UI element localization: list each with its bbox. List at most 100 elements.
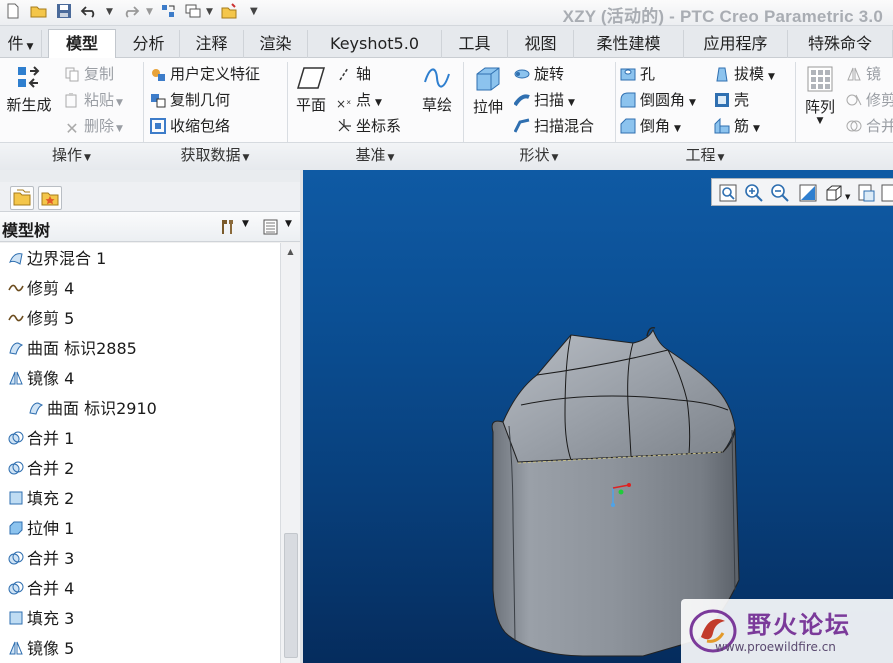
tree-item[interactable]: 填充 2 [8, 485, 74, 513]
round-button[interactable]: 倒圆角 ▼ [620, 88, 696, 112]
revolve-button[interactable]: 旋转 [514, 62, 564, 86]
tree-columns-dropdown-icon[interactable]: ▼ [285, 219, 292, 229]
scroll-thumb[interactable] [284, 533, 298, 658]
tab-annotate[interactable]: 注释 [180, 30, 244, 58]
group-label-engineering[interactable]: 工程 ▼ [615, 144, 795, 166]
copy-button[interactable]: 复制 [64, 62, 114, 86]
redo-icon[interactable] [120, 3, 140, 21]
tab-render[interactable]: 渲染 [244, 30, 308, 58]
mirror-icon [847, 67, 861, 81]
tree-item[interactable]: 拉伸 1 [8, 515, 74, 543]
favorites-tab[interactable] [38, 186, 62, 210]
tab-tools[interactable]: 工具 [442, 30, 508, 58]
surface-icon [9, 342, 24, 355]
tab-special-commands[interactable]: 特殊命令 [788, 30, 893, 58]
ribbon: 新生成 复制 粘贴 ▼ ✕ 删除 ▼ 操作 ▼ 用户定义特征 复制几何 收缩包络 获取数… [0, 58, 893, 170]
saved-orientations-icon[interactable] [824, 183, 844, 203]
plane-button[interactable]: 平面 [290, 64, 332, 115]
trim-edit-icon [846, 94, 862, 106]
tab-analysis[interactable]: 分析 [118, 30, 180, 58]
shell-button[interactable]: 壳 [714, 88, 749, 112]
redo-dropdown-icon[interactable]: ▼ [146, 3, 153, 21]
new-file-icon[interactable] [6, 3, 20, 21]
hole-button[interactable]: 孔 [620, 62, 655, 86]
tab-file[interactable]: 件 ▼ [0, 30, 42, 58]
ribbon-tabs: 件 ▼ 模型 分析 注释 渲染 Keyshot5.0 工具 视图 柔性建模 应用程… [0, 26, 893, 59]
trim-button[interactable]: 修剪 [846, 88, 893, 112]
csys-button[interactable]: 坐标系 [336, 114, 401, 138]
swept-blend-button[interactable]: 扫描混合 [514, 114, 594, 138]
extrude-icon [476, 67, 500, 91]
mirror-icon [9, 371, 23, 385]
refit-icon[interactable] [718, 183, 738, 203]
group-label-operations[interactable]: 操作 ▼ [0, 144, 143, 166]
zoom-out-icon[interactable] [770, 183, 790, 203]
copy-geometry-button[interactable]: 复制几何 [150, 88, 230, 112]
tree-settings-dropdown-icon[interactable]: ▼ [242, 219, 249, 229]
regenerate-button[interactable]: 新生成 [0, 64, 58, 115]
tab-flexible-modeling[interactable]: 柔性建模 [574, 30, 684, 58]
close-window-icon[interactable] [220, 3, 238, 21]
customize-toolbar-icon[interactable]: ▼ [250, 3, 258, 21]
tree-item[interactable]: 镜像 5 [8, 635, 74, 663]
axis-button[interactable]: 轴 [336, 62, 371, 86]
tree-item[interactable]: 合并 1 [8, 425, 74, 453]
merge-edit-icon [846, 120, 862, 132]
scroll-up-icon[interactable]: ▲ [281, 243, 300, 261]
tree-item[interactable]: 修剪 4 [8, 275, 74, 303]
model-render [491, 326, 740, 657]
tree-item[interactable]: 边界混合 1 [8, 245, 106, 273]
mirror-button[interactable]: 镜 [846, 62, 881, 86]
repaint-icon[interactable] [798, 183, 818, 203]
swept-blend-icon [514, 118, 530, 133]
tree-item[interactable]: 镜像 4 [8, 365, 74, 393]
tree-scrollbar[interactable]: ▲ [280, 243, 300, 663]
tab-view[interactable]: 视图 [508, 30, 574, 58]
pattern-button[interactable]: 阵列 ▼ [799, 64, 841, 126]
udf-button[interactable]: 用户定义特征 [150, 62, 260, 86]
regenerate-quick-icon[interactable] [160, 3, 178, 21]
tree-item[interactable]: 合并 4 [8, 575, 74, 603]
tree-item[interactable]: 填充 3 [8, 605, 74, 633]
tree-item[interactable]: 曲面 标识2910 [28, 395, 157, 423]
windows-icon[interactable] [184, 3, 202, 21]
undo-dropdown-icon[interactable]: ▼ [106, 3, 113, 21]
saved-orientations-dropdown-icon[interactable]: ▼ [845, 193, 850, 201]
group-label-shapes[interactable]: 形状 ▼ [463, 144, 615, 166]
extrude-button[interactable]: 拉伸 [467, 64, 509, 117]
group-label-datum[interactable]: 基准 ▼ [287, 144, 463, 166]
tree-columns-icon[interactable] [262, 218, 280, 240]
undo-icon[interactable] [80, 3, 100, 21]
point-button[interactable]: ×ˣ 点 ▼ [336, 88, 382, 112]
tree-item[interactable]: 合并 2 [8, 455, 74, 483]
graphics-viewport[interactable]: ▼ 野火论坛 www.proewildfire.cn [303, 170, 893, 663]
zoom-in-icon[interactable] [744, 183, 764, 203]
tree-item[interactable]: 曲面 标识2885 [8, 335, 137, 363]
draft-button[interactable]: 拔模 ▼ [714, 62, 775, 86]
save-icon[interactable] [56, 3, 72, 21]
tree-settings-icon[interactable] [219, 218, 237, 240]
sketch-button[interactable]: 草绘 [416, 64, 458, 115]
tab-model[interactable]: 模型 [48, 29, 116, 59]
sweep-button[interactable]: 扫描 ▼ [514, 88, 575, 112]
tree-item[interactable]: 合并 3 [8, 545, 74, 573]
regenerate-icon [18, 66, 40, 88]
pattern-icon [807, 66, 833, 92]
shrinkwrap-button[interactable]: 收缩包络 [150, 114, 230, 138]
open-file-icon[interactable] [30, 3, 48, 21]
display-style-icon[interactable] [880, 183, 893, 203]
sketch-icon [424, 68, 450, 88]
chamfer-button[interactable]: 倒角 ▼ [620, 114, 681, 138]
paste-button[interactable]: 粘贴 ▼ [64, 88, 123, 112]
model-tree-header: 模型树 ▼ ▼ [0, 212, 300, 242]
layer-tree-tab[interactable] [10, 186, 34, 210]
view-manager-icon[interactable] [856, 183, 876, 203]
tree-item[interactable]: 修剪 5 [8, 305, 74, 333]
windows-dropdown-icon[interactable]: ▼ [206, 3, 213, 21]
group-label-get-data[interactable]: 获取数据 ▼ [143, 144, 287, 166]
merge-button[interactable]: 合并 [846, 114, 893, 138]
tab-applications[interactable]: 应用程序 [684, 30, 788, 58]
tab-keyshot[interactable]: Keyshot5.0 [308, 30, 442, 58]
rib-button[interactable]: 筋 ▼ [714, 114, 760, 138]
delete-button[interactable]: ✕ 删除 ▼ [64, 114, 123, 138]
